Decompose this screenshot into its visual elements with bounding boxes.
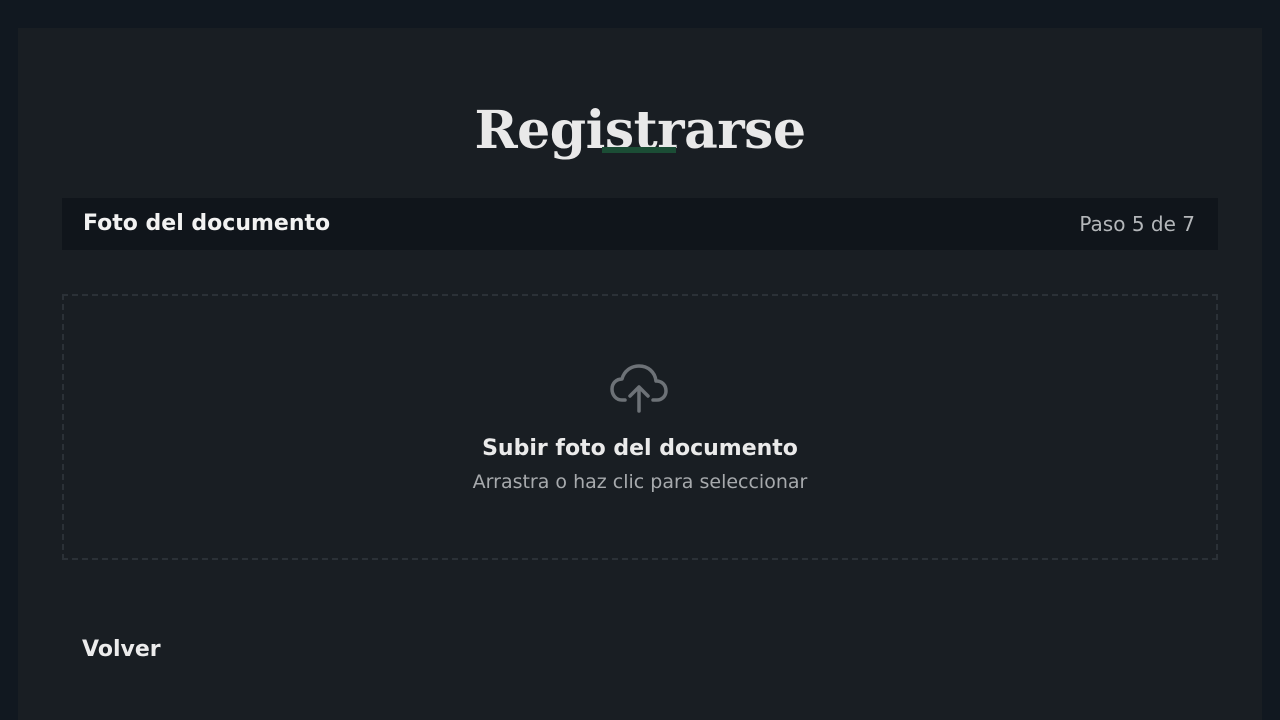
register-card: Registrarse Foto del documento Paso 5 de… [18,28,1262,720]
back-button[interactable]: Volver [82,630,161,670]
title-underline [602,147,676,153]
upload-title: Subir foto del documento [482,436,798,461]
upload-subtitle: Arrastra o haz clic para seleccionar [472,471,808,493]
cloud-upload-icon [610,364,668,413]
document-upload-dropzone[interactable]: Subir foto del documento Arrastra o haz … [62,294,1218,560]
step-title: Foto del documento [83,211,331,236]
step-progress: Paso 5 de 7 [1079,212,1195,236]
step-header: Foto del documento Paso 5 de 7 [62,198,1218,250]
